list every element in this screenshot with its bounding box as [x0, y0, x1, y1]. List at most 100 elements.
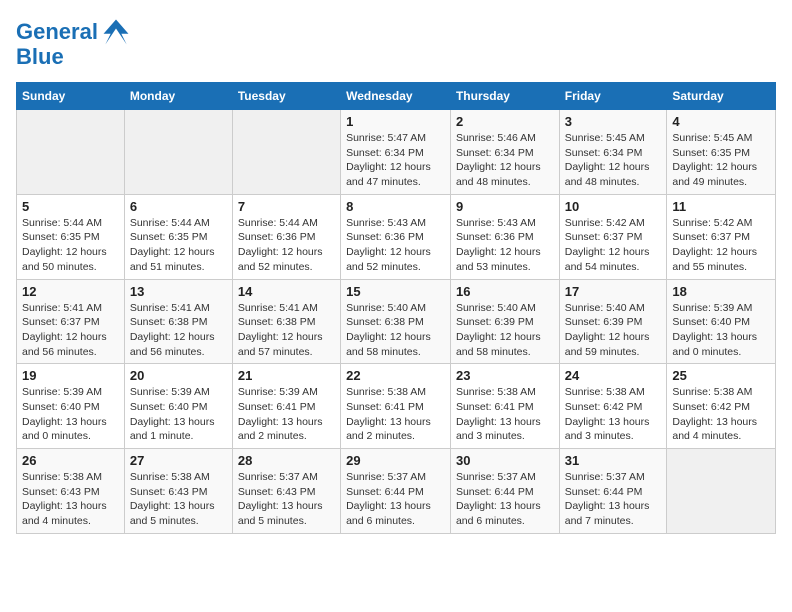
calendar-cell: 15 Sunrise: 5:40 AM Sunset: 6:38 PM Dayli…	[341, 279, 451, 364]
day-number: 29	[346, 453, 445, 468]
day-info: Sunrise: 5:39 AM Sunset: 6:40 PM Dayligh…	[22, 385, 119, 444]
weekday-header: Thursday	[450, 83, 559, 110]
weekday-header: Sunday	[17, 83, 125, 110]
day-info: Sunrise: 5:43 AM Sunset: 6:36 PM Dayligh…	[456, 216, 554, 275]
day-info: Sunrise: 5:41 AM Sunset: 6:38 PM Dayligh…	[130, 301, 227, 360]
day-number: 30	[456, 453, 554, 468]
calendar-cell: 27 Sunrise: 5:38 AM Sunset: 6:43 PM Dayli…	[124, 449, 232, 534]
calendar-cell: 18Sunrise: 5:39 AM Sunset: 6:40 PM Dayli…	[667, 279, 776, 364]
calendar-week-row: 12 Sunrise: 5:41 AM Sunset: 6:37 PM Dayli…	[17, 279, 776, 364]
calendar-cell: 25 Sunrise: 5:38 AM Sunset: 6:42 PM Dayli…	[667, 364, 776, 449]
day-info: Sunrise: 5:37 AM Sunset: 6:44 PM Dayligh…	[565, 470, 662, 529]
day-number: 12	[22, 284, 119, 299]
day-info: Sunrise: 5:44 AM Sunset: 6:35 PM Dayligh…	[130, 216, 227, 275]
day-info: Sunrise: 5:38 AM Sunset: 6:43 PM Dayligh…	[130, 470, 227, 529]
calendar-table: SundayMondayTuesdayWednesdayThursdayFrid…	[16, 82, 776, 534]
calendar-cell: 30 Sunrise: 5:37 AM Sunset: 6:44 PM Dayli…	[450, 449, 559, 534]
calendar-cell: 19 Sunrise: 5:39 AM Sunset: 6:40 PM Dayli…	[17, 364, 125, 449]
calendar-cell: 21 Sunrise: 5:39 AM Sunset: 6:41 PM Dayli…	[232, 364, 340, 449]
calendar-cell: 20 Sunrise: 5:39 AM Sunset: 6:40 PM Dayli…	[124, 364, 232, 449]
day-number: 27	[130, 453, 227, 468]
calendar-week-row: 19 Sunrise: 5:39 AM Sunset: 6:40 PM Dayli…	[17, 364, 776, 449]
calendar-week-row: 26 Sunrise: 5:38 AM Sunset: 6:43 PM Dayli…	[17, 449, 776, 534]
day-info: Sunrise: 5:41 AM Sunset: 6:37 PM Dayligh…	[22, 301, 119, 360]
day-number: 24	[565, 368, 662, 383]
day-info: Sunrise: 5:39 AM Sunset: 6:41 PM Dayligh…	[238, 385, 335, 444]
day-number: 15	[346, 284, 445, 299]
calendar-cell: 31 Sunrise: 5:37 AM Sunset: 6:44 PM Dayli…	[559, 449, 667, 534]
calendar-cell	[667, 449, 776, 534]
day-number: 4	[672, 114, 770, 129]
weekday-header: Wednesday	[341, 83, 451, 110]
day-number: 6	[130, 199, 227, 214]
logo: General Blue	[16, 16, 132, 70]
calendar-cell: 11Sunrise: 5:42 AM Sunset: 6:37 PM Dayli…	[667, 194, 776, 279]
day-info: Sunrise: 5:44 AM Sunset: 6:35 PM Dayligh…	[22, 216, 119, 275]
calendar-cell: 3Sunrise: 5:45 AM Sunset: 6:34 PM Daylig…	[559, 110, 667, 195]
day-info: Sunrise: 5:40 AM Sunset: 6:39 PM Dayligh…	[456, 301, 554, 360]
day-number: 9	[456, 199, 554, 214]
day-number: 19	[22, 368, 119, 383]
day-info: Sunrise: 5:38 AM Sunset: 6:41 PM Dayligh…	[456, 385, 554, 444]
calendar-cell: 7Sunrise: 5:44 AM Sunset: 6:36 PM Daylig…	[232, 194, 340, 279]
calendar-cell: 8 Sunrise: 5:43 AM Sunset: 6:36 PM Daylig…	[341, 194, 451, 279]
day-number: 11	[672, 199, 770, 214]
calendar-cell: 5Sunrise: 5:44 AM Sunset: 6:35 PM Daylig…	[17, 194, 125, 279]
day-info: Sunrise: 5:38 AM Sunset: 6:42 PM Dayligh…	[672, 385, 770, 444]
day-number: 20	[130, 368, 227, 383]
day-number: 25	[672, 368, 770, 383]
day-number: 21	[238, 368, 335, 383]
calendar-cell: 17Sunrise: 5:40 AM Sunset: 6:39 PM Dayli…	[559, 279, 667, 364]
day-number: 22	[346, 368, 445, 383]
calendar-cell	[232, 110, 340, 195]
page-header: General Blue	[16, 16, 776, 70]
day-info: Sunrise: 5:37 AM Sunset: 6:44 PM Dayligh…	[456, 470, 554, 529]
day-info: Sunrise: 5:46 AM Sunset: 6:34 PM Dayligh…	[456, 131, 554, 190]
day-number: 14	[238, 284, 335, 299]
calendar-cell: 6 Sunrise: 5:44 AM Sunset: 6:35 PM Daylig…	[124, 194, 232, 279]
day-number: 16	[456, 284, 554, 299]
day-info: Sunrise: 5:45 AM Sunset: 6:35 PM Dayligh…	[672, 131, 770, 190]
day-info: Sunrise: 5:37 AM Sunset: 6:43 PM Dayligh…	[238, 470, 335, 529]
day-info: Sunrise: 5:41 AM Sunset: 6:38 PM Dayligh…	[238, 301, 335, 360]
day-info: Sunrise: 5:38 AM Sunset: 6:43 PM Dayligh…	[22, 470, 119, 529]
calendar-cell: 23 Sunrise: 5:38 AM Sunset: 6:41 PM Dayli…	[450, 364, 559, 449]
calendar-week-row: 5Sunrise: 5:44 AM Sunset: 6:35 PM Daylig…	[17, 194, 776, 279]
calendar-cell: 1 Sunrise: 5:47 AM Sunset: 6:34 PM Daylig…	[341, 110, 451, 195]
day-info: Sunrise: 5:43 AM Sunset: 6:36 PM Dayligh…	[346, 216, 445, 275]
calendar-cell: 24 Sunrise: 5:38 AM Sunset: 6:42 PM Dayli…	[559, 364, 667, 449]
day-number: 17	[565, 284, 662, 299]
day-info: Sunrise: 5:38 AM Sunset: 6:42 PM Dayligh…	[565, 385, 662, 444]
day-number: 2	[456, 114, 554, 129]
day-number: 26	[22, 453, 119, 468]
day-info: Sunrise: 5:39 AM Sunset: 6:40 PM Dayligh…	[130, 385, 227, 444]
calendar-cell: 29 Sunrise: 5:37 AM Sunset: 6:44 PM Dayli…	[341, 449, 451, 534]
day-number: 8	[346, 199, 445, 214]
calendar-cell: 12 Sunrise: 5:41 AM Sunset: 6:37 PM Dayli…	[17, 279, 125, 364]
weekday-header-row: SundayMondayTuesdayWednesdayThursdayFrid…	[17, 83, 776, 110]
day-info: Sunrise: 5:37 AM Sunset: 6:44 PM Dayligh…	[346, 470, 445, 529]
day-number: 10	[565, 199, 662, 214]
day-number: 3	[565, 114, 662, 129]
calendar-cell	[124, 110, 232, 195]
day-info: Sunrise: 5:42 AM Sunset: 6:37 PM Dayligh…	[565, 216, 662, 275]
weekday-header: Monday	[124, 83, 232, 110]
day-number: 28	[238, 453, 335, 468]
day-number: 31	[565, 453, 662, 468]
day-number: 23	[456, 368, 554, 383]
weekday-header: Saturday	[667, 83, 776, 110]
calendar-cell	[17, 110, 125, 195]
day-info: Sunrise: 5:38 AM Sunset: 6:41 PM Dayligh…	[346, 385, 445, 444]
calendar-cell: 13Sunrise: 5:41 AM Sunset: 6:38 PM Dayli…	[124, 279, 232, 364]
weekday-header: Friday	[559, 83, 667, 110]
day-number: 7	[238, 199, 335, 214]
day-info: Sunrise: 5:47 AM Sunset: 6:34 PM Dayligh…	[346, 131, 445, 190]
day-number: 1	[346, 114, 445, 129]
day-info: Sunrise: 5:40 AM Sunset: 6:38 PM Dayligh…	[346, 301, 445, 360]
calendar-cell: 16 Sunrise: 5:40 AM Sunset: 6:39 PM Dayli…	[450, 279, 559, 364]
calendar-cell: 2 Sunrise: 5:46 AM Sunset: 6:34 PM Daylig…	[450, 110, 559, 195]
calendar-cell: 28 Sunrise: 5:37 AM Sunset: 6:43 PM Dayli…	[232, 449, 340, 534]
calendar-week-row: 1 Sunrise: 5:47 AM Sunset: 6:34 PM Daylig…	[17, 110, 776, 195]
calendar-cell: 9 Sunrise: 5:43 AM Sunset: 6:36 PM Daylig…	[450, 194, 559, 279]
weekday-header: Tuesday	[232, 83, 340, 110]
